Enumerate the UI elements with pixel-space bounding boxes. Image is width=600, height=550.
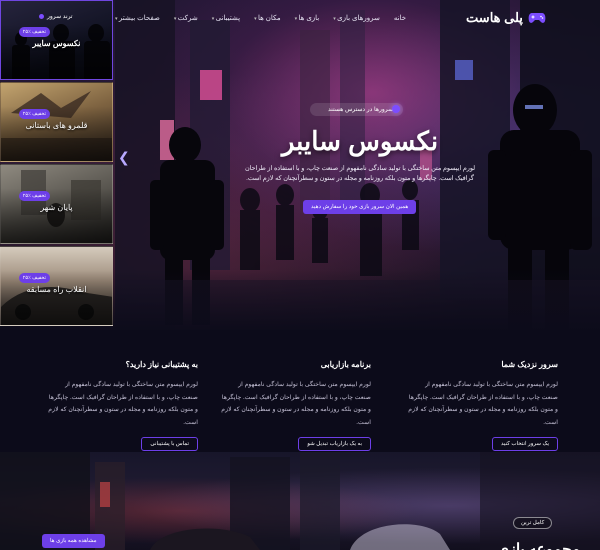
availability-pill: سرورها در دسترس هستند: [310, 103, 404, 116]
feature-description: لورم ایپسوم متن ساختگی با تولید سادگی نا…: [221, 381, 371, 426]
feature-title: برنامه بازاریابی: [320, 360, 371, 369]
hero-description: لورم ایپسوم متن ساختگی با تولید سادگی نا…: [245, 165, 475, 182]
feature-title: به پشتیبانی نیاز دارید؟: [125, 360, 198, 369]
nav-game-servers[interactable]: سرورهای بازی: [333, 14, 380, 22]
sidebar-card-ancient-realms[interactable]: ۲۵٪ تخفیف قلمرو های باستانی: [0, 82, 113, 162]
feature-title: سرور نزدیک شما: [501, 360, 558, 369]
choose-server-button[interactable]: یک سرور انتخاب کنید: [492, 437, 558, 451]
nav-locations[interactable]: مکان ها: [254, 14, 281, 22]
brand-name: پلی هاست: [466, 10, 523, 25]
nav-more-pages[interactable]: صفحات بیشتر: [115, 14, 160, 22]
features-section: سرور نزدیک شما لورم ایپسوم متن ساختگی با…: [0, 330, 600, 451]
sidebar-card-end-city[interactable]: ۲۵٪ تخفیف پایان شهر: [0, 164, 113, 244]
discount-badge: ۲۵٪ تخفیف: [18, 27, 50, 37]
gamepad-icon: [528, 13, 546, 23]
card-title: پایان شهر: [40, 203, 73, 212]
games-collection-section: کامل ترین مشاهده همه بازی ها مجموعه بازی: [0, 452, 600, 550]
discount-badge: ۲۵٪ تخفیف: [18, 191, 50, 201]
card-title: انقلاب راه مسابقه: [26, 285, 87, 294]
brand-logo[interactable]: پلی هاست: [466, 10, 546, 26]
feature-description: لورم ایپسوم متن ساختگی با تولید سادگی نا…: [408, 381, 558, 426]
contact-support-button[interactable]: تماس با پشتیبانی: [141, 437, 198, 451]
discount-badge: ۲۵٪ تخفیف: [18, 273, 50, 283]
feature-affiliate-program: برنامه بازاریابی لورم ایپسوم متن ساختگی …: [221, 360, 371, 451]
games-heading: مجموعه بازی: [496, 541, 580, 550]
availability-text: سرورها در دسترس هستند: [328, 107, 394, 113]
sidebar-card-cyber-nexus[interactable]: ترند سرور ۲۵٪ تخفیف نکسوس سایبر: [0, 0, 113, 80]
feature-support: به پشتیبانی نیاز دارید؟ لورم ایپسوم متن …: [48, 360, 198, 451]
trending-label: ترند سرور: [39, 13, 73, 20]
nav-company[interactable]: شرکت: [174, 14, 198, 22]
sidebar-card-race-revolution[interactable]: ۲۵٪ تخفیف انقلاب راه مسابقه: [0, 246, 113, 326]
hero-title: نکسوس سایبر: [281, 126, 439, 156]
become-affiliate-button[interactable]: به یک بازاریاب تبدیل شو: [298, 437, 371, 451]
card-title: نکسوس سایبر: [32, 39, 81, 48]
order-server-button[interactable]: همین الان سرور بازی خود را سفارش دهید: [303, 200, 417, 214]
card-title: قلمرو های باستانی: [25, 121, 88, 130]
discount-badge: ۲۵٪ تخفیف: [18, 109, 50, 119]
nav-games[interactable]: بازی ها: [295, 14, 320, 22]
nav-support[interactable]: پشتیبانی: [212, 14, 240, 22]
view-all-games-button[interactable]: مشاهده همه بازی ها: [42, 534, 105, 548]
trending-servers-sidebar: ترند سرور ۲۵٪ تخفیف نکسوس سایبر ۲۵٪ تخفی…: [0, 0, 115, 326]
feature-nearby-server: سرور نزدیک شما لورم ایپسوم متن ساختگی با…: [408, 360, 558, 451]
top-navbar: پلی هاست خانه سرورهای بازی بازی ها مکان …: [115, 0, 600, 36]
status-dot-icon: [392, 105, 401, 113]
feature-description: لورم ایپسوم متن ساختگی با تولید سادگی نا…: [48, 381, 198, 426]
games-tag: کامل ترین: [513, 517, 553, 529]
nav-links: خانه سرورهای بازی بازی ها مکان ها پشتیبا…: [115, 14, 406, 22]
slider-prev-arrow-icon[interactable]: ❮: [118, 150, 130, 166]
nav-home[interactable]: خانه: [394, 14, 406, 22]
